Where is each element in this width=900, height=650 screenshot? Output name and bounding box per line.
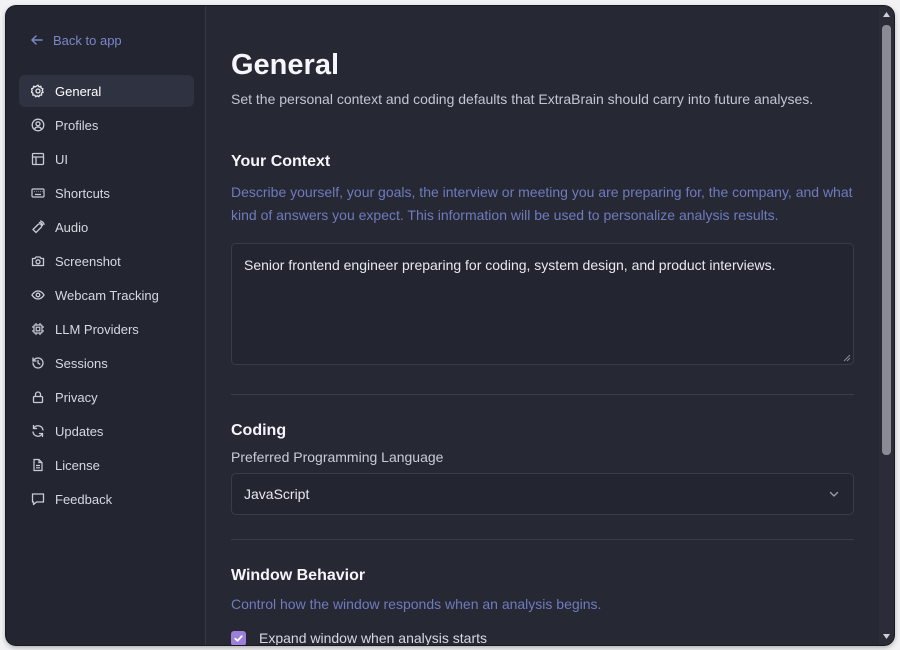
window-behavior-title: Window Behavior bbox=[231, 567, 366, 584]
language-select[interactable]: JavaScript bbox=[231, 473, 854, 515]
sidebar-item-license[interactable]: License bbox=[19, 449, 194, 481]
sidebar-item-label: UI bbox=[55, 151, 68, 167]
sidebar-item-feedback[interactable]: Feedback bbox=[19, 483, 194, 515]
sidebar-item-label: LLM Providers bbox=[55, 321, 139, 337]
context-textarea[interactable]: Senior frontend engineer preparing for c… bbox=[231, 243, 854, 365]
coding-section-title: Coding bbox=[231, 422, 287, 439]
chevron-down-icon bbox=[829, 491, 839, 497]
sidebar-item-audio[interactable]: Audio bbox=[19, 211, 194, 243]
sidebar-item-label: Privacy bbox=[55, 389, 98, 405]
scroll-down-arrow-icon[interactable] bbox=[882, 632, 891, 641]
window-behavior-section: Window Behavior Control how the window r… bbox=[231, 567, 854, 645]
expand-window-label: Expand window when analysis starts bbox=[259, 630, 488, 645]
sidebar-item-webcam-tracking[interactable]: Webcam Tracking bbox=[19, 279, 194, 311]
keyboard-icon bbox=[31, 186, 45, 200]
page-subtitle: Set the personal context and coding defa… bbox=[231, 91, 814, 107]
scrollbar[interactable] bbox=[879, 6, 894, 645]
sidebar-item-label: Sessions bbox=[55, 355, 108, 371]
sidebar-item-screenshot[interactable]: Screenshot bbox=[19, 245, 194, 277]
sidebar-item-label: Audio bbox=[55, 219, 89, 235]
context-section-title: Your Context bbox=[231, 153, 331, 170]
refresh-icon bbox=[31, 424, 45, 438]
sidebar-item-updates[interactable]: Updates bbox=[19, 415, 194, 447]
arrow-left-icon bbox=[31, 35, 43, 45]
sidebar-item-sessions[interactable]: Sessions bbox=[19, 347, 194, 379]
section-divider bbox=[231, 394, 854, 395]
coding-section: Coding Preferred Programming Language Ja… bbox=[231, 422, 854, 515]
sidebar: Back to app General Profiles UI Shortcut… bbox=[6, 6, 206, 645]
eye-icon bbox=[31, 288, 45, 302]
context-textarea-value: Senior frontend engineer preparing for c… bbox=[244, 257, 776, 273]
sidebar-item-label: Webcam Tracking bbox=[55, 287, 159, 303]
sidebar-item-llm-providers[interactable]: LLM Providers bbox=[19, 313, 194, 345]
language-select-value: JavaScript bbox=[244, 486, 310, 502]
layout-icon bbox=[31, 152, 45, 166]
expand-window-checkbox[interactable] bbox=[231, 630, 246, 645]
user-circle-icon bbox=[31, 118, 45, 132]
message-icon bbox=[31, 492, 45, 506]
settings-nav: General Profiles UI Shortcuts Audio Scre… bbox=[19, 75, 194, 517]
page-title: General bbox=[231, 49, 339, 81]
settings-window: Back to app General Profiles UI Shortcut… bbox=[6, 6, 894, 645]
back-to-app-label: Back to app bbox=[53, 32, 122, 48]
sidebar-item-label: Screenshot bbox=[55, 253, 121, 269]
expand-window-option: Expand window when analysis starts bbox=[231, 630, 854, 645]
window-behavior-description: Control how the window responds when an … bbox=[231, 596, 602, 612]
camera-icon bbox=[31, 254, 45, 268]
back-to-app-link[interactable]: Back to app bbox=[30, 30, 122, 50]
scrollbar-thumb[interactable] bbox=[882, 25, 891, 455]
sidebar-item-label: Updates bbox=[55, 423, 104, 439]
context-section-description: Describe yourself, your goals, the inter… bbox=[231, 184, 853, 223]
section-divider bbox=[231, 539, 854, 540]
sidebar-item-general[interactable]: General bbox=[19, 75, 194, 107]
resize-handle-icon[interactable] bbox=[843, 354, 851, 362]
lock-icon bbox=[31, 390, 45, 404]
audio-icon bbox=[31, 220, 45, 234]
sidebar-item-label: Profiles bbox=[55, 117, 99, 133]
sidebar-item-label: Shortcuts bbox=[55, 185, 110, 201]
cpu-icon bbox=[31, 322, 45, 336]
checkmark-icon bbox=[234, 634, 243, 642]
settings-content: General Set the personal context and cod… bbox=[207, 6, 879, 645]
sidebar-item-ui[interactable]: UI bbox=[19, 143, 194, 175]
sidebar-item-privacy[interactable]: Privacy bbox=[19, 381, 194, 413]
document-icon bbox=[31, 458, 45, 472]
sidebar-item-label: License bbox=[55, 457, 100, 473]
scroll-up-arrow-icon[interactable] bbox=[882, 10, 891, 19]
sidebar-item-label: Feedback bbox=[55, 491, 113, 507]
gear-icon bbox=[31, 84, 45, 98]
sidebar-item-label: General bbox=[55, 83, 102, 99]
sidebar-item-profiles[interactable]: Profiles bbox=[19, 109, 194, 141]
history-icon bbox=[31, 356, 45, 370]
sidebar-item-shortcuts[interactable]: Shortcuts bbox=[19, 177, 194, 209]
language-field-label: Preferred Programming Language bbox=[231, 449, 444, 465]
context-section: Your Context Describe yourself, your goa… bbox=[231, 153, 854, 365]
